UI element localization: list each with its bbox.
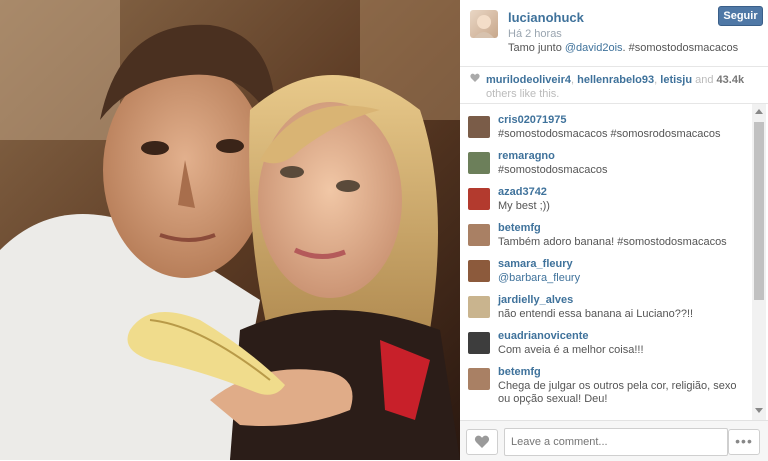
avatar[interactable]	[468, 260, 490, 282]
liker-link[interactable]: hellenrabelo93	[577, 74, 654, 86]
avatar[interactable]	[468, 368, 490, 390]
post-photo	[0, 0, 460, 460]
caption-text: Tamo junto	[508, 42, 565, 54]
comment-username[interactable]: azad3742	[498, 186, 547, 198]
comment-text: Também adoro banana! #somostodosmacacos	[498, 236, 727, 248]
comment-text: My best ;))	[498, 200, 550, 212]
comment-footer: •••	[460, 420, 768, 461]
comment-text: Com aveia é a melhor coisa!!!	[498, 344, 644, 356]
comment-username[interactable]: betemfg	[498, 366, 541, 378]
caption-mention[interactable]: @david2ois	[565, 42, 623, 54]
post-detail-panel: lucianohuck Há 2 horas Tamo junto @david…	[460, 0, 768, 461]
avatar[interactable]	[468, 296, 490, 318]
likes-and: and	[692, 74, 717, 86]
avatar-image	[474, 15, 494, 38]
chevron-down-icon[interactable]	[755, 408, 763, 413]
comment-username[interactable]: betemfg	[498, 222, 541, 234]
comment-text: não entendi essa banana ai Luciano??!!	[498, 308, 694, 320]
comment-mention[interactable]: @barbara_fleury	[498, 272, 748, 285]
heart-icon	[470, 73, 480, 82]
comment-text: #somostodosmacacos #somosrodosmacacos	[498, 128, 721, 140]
likes-summary: murilodeoliveir4, hellenrabelo93, letisj…	[460, 66, 768, 104]
comment-username[interactable]: jardielly_alves	[498, 294, 573, 306]
liker-link[interactable]: murilodeoliveir4	[486, 74, 571, 86]
comment-list: cris02071975 #somostodosmacacos #somosro…	[460, 110, 752, 418]
comment-username[interactable]: remaragno	[498, 150, 555, 162]
like-button[interactable]	[466, 429, 498, 455]
scrollbar-thumb[interactable]	[754, 122, 764, 300]
chevron-up-icon[interactable]	[755, 109, 763, 114]
comment-input[interactable]	[504, 428, 728, 456]
follow-button[interactable]: Seguir	[718, 6, 763, 26]
avatar[interactable]	[468, 188, 490, 210]
more-icon[interactable]: •••	[728, 429, 760, 455]
post-caption: Tamo junto @david2ois. #somostodosmacaco…	[508, 42, 738, 54]
caption-hashtag: . #somostodosmacacos	[622, 42, 739, 54]
avatar[interactable]	[470, 10, 498, 38]
avatar[interactable]	[468, 116, 490, 138]
selfie-image	[0, 0, 460, 460]
comment-text: Chega de julgar os outros pela cor, reli…	[498, 380, 737, 405]
comment-username[interactable]: samara_fleury	[498, 258, 573, 270]
avatar[interactable]	[468, 224, 490, 246]
comment-username[interactable]: cris02071975	[498, 114, 567, 126]
post-time: Há 2 horas	[508, 28, 562, 40]
avatar[interactable]	[468, 332, 490, 354]
comment-text: #somostodosmacacos	[498, 164, 608, 176]
comment-username[interactable]: euadrianovicente	[498, 330, 588, 342]
post-username[interactable]: lucianohuck	[508, 10, 584, 25]
likes-count[interactable]: 43.4k	[717, 74, 745, 86]
avatar[interactable]	[468, 152, 490, 174]
comments-scrollbar[interactable]	[752, 104, 766, 420]
likes-text: murilodeoliveir4, hellenrabelo93, letisj…	[486, 74, 745, 100]
liker-link[interactable]: letisju	[660, 74, 692, 86]
heart-icon	[474, 435, 490, 448]
likes-suffix: others like this.	[486, 88, 560, 100]
post-header: lucianohuck Há 2 horas Tamo junto @david…	[460, 0, 768, 62]
